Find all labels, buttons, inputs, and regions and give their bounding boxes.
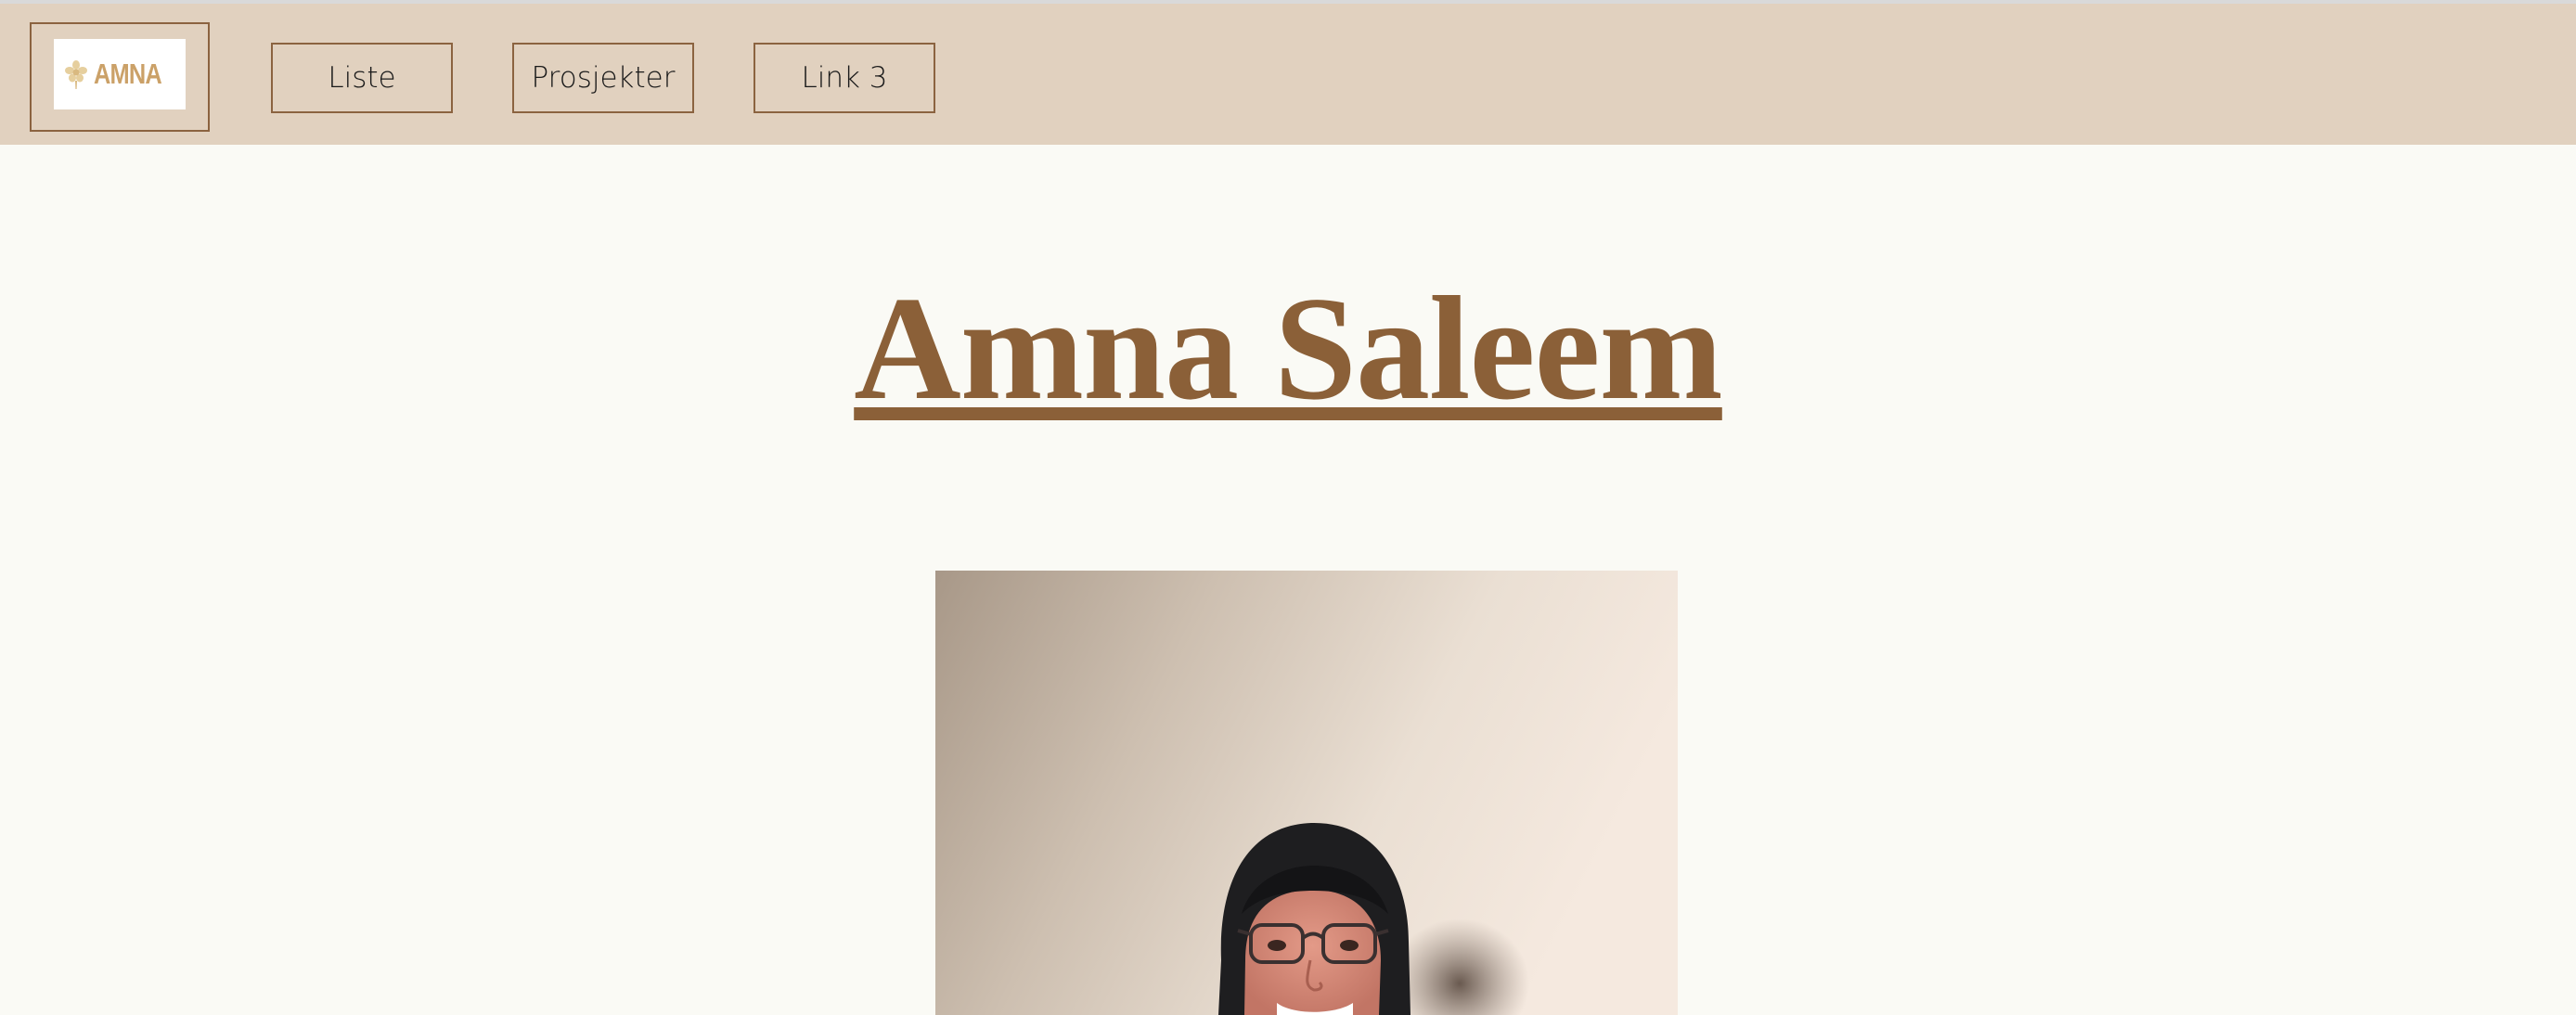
nav-link-liste[interactable]: Liste [271,43,453,113]
page-title: Amna Saleem [854,265,1723,430]
flower-icon [64,60,87,89]
top-navbar: AMNA Liste Prosjekter Link 3 [0,0,2576,145]
portrait-image [935,571,1678,1015]
logo-text: AMNA [93,58,162,90]
nav-link-link-3[interactable]: Link 3 [753,43,935,113]
title-container: Amna Saleem [0,274,2576,422]
nav-link-prosjekter[interactable]: Prosjekter [512,43,694,113]
page: AMNA Liste Prosjekter Link 3 Amna Saleem [0,0,2576,1015]
logo: AMNA [54,39,186,109]
logo-link[interactable]: AMNA [30,22,210,132]
portrait-photo [935,571,1678,1015]
